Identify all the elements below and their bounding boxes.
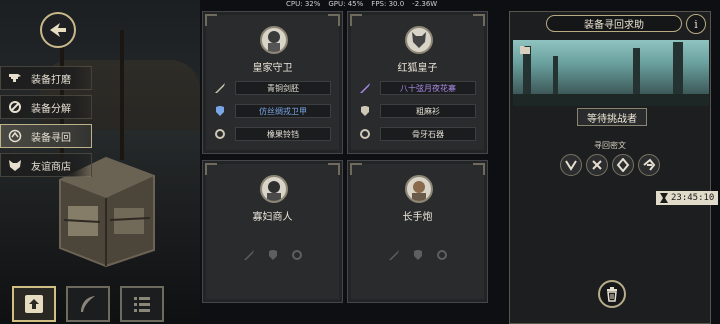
waiting-challenger-label: 等待挑战者 <box>577 108 647 126</box>
equipment-name: 橡果铃铛 <box>235 127 331 141</box>
equipment-row[interactable]: 仿丝绸戎卫甲 <box>213 103 331 119</box>
empty-ring-slot-icon[interactable] <box>435 248 449 262</box>
equipment-name: 青铜剑胚 <box>235 81 331 95</box>
menu-item-friendship-shop[interactable]: 友谊商店 <box>0 153 92 177</box>
panel-title: 装备寻回求助 <box>546 15 682 32</box>
menu-item-label: 友谊商店 <box>31 161 71 173</box>
empty-sword-slot-icon[interactable] <box>387 248 401 262</box>
sword-icon <box>213 81 227 95</box>
timer-value: 23:45:10 <box>671 193 715 203</box>
empty-sword-slot-icon[interactable] <box>242 248 256 262</box>
equipment-row[interactable]: 粗麻衫 <box>358 103 476 119</box>
rune-v-icon[interactable] <box>560 154 582 176</box>
equipment-name: 骨牙石器 <box>380 127 476 141</box>
character-name: 寡妇商人 <box>252 212 293 223</box>
menu-item-reclaim[interactable]: 装备寻回 <box>0 124 92 148</box>
equipment-name: 八十弦月夜花寨 <box>380 81 476 95</box>
rune-swirl-icon[interactable] <box>638 154 660 176</box>
gpu-usage: GPU: 45% <box>328 0 364 8</box>
reclaim-help-panel: 装备寻回求助 i 等待挑战者 寻回密文 23:45:10 <box>509 11 719 324</box>
ring-icon <box>358 127 372 141</box>
upload-button[interactable] <box>12 286 56 322</box>
info-button[interactable]: i <box>686 14 706 34</box>
power-usage: -2.36W <box>412 0 438 8</box>
character-name: 红狐皇子 <box>397 63 438 74</box>
countdown-timer: 23:45:10 <box>656 191 719 205</box>
back-button[interactable] <box>40 12 76 48</box>
equipment-name: 仿丝绸戎卫甲 <box>235 104 331 118</box>
empty-slots <box>348 248 487 262</box>
empty-ring-slot-icon[interactable] <box>290 248 304 262</box>
rune-x-icon[interactable] <box>586 154 608 176</box>
upload-icon <box>25 295 43 313</box>
cipher-label: 寻回密文 <box>594 141 626 150</box>
sword-icon <box>358 81 372 95</box>
widow-merchant-portrait <box>260 175 288 203</box>
ring-icon <box>213 127 227 141</box>
equipment-row[interactable]: 八十弦月夜花寨 <box>358 80 476 96</box>
feather-button[interactable] <box>66 286 110 322</box>
fps-counter: FPS: 30.0 <box>371 0 405 8</box>
equipment-row[interactable]: 橡果铃铛 <box>213 126 331 142</box>
delete-button[interactable] <box>598 280 626 308</box>
trash-icon <box>607 287 617 302</box>
armor-icon <box>358 104 372 118</box>
character-card-red-fox-prince[interactable]: 红狐皇子 八十弦月夜花寨 粗麻衫 骨牙石器 <box>347 11 488 154</box>
menu-item-label: 装备打磨 <box>31 74 71 86</box>
performance-status-bar: CPU: 32% GPU: 45% FPS: 30.0 -2.36W <box>286 0 437 8</box>
feather-icon <box>81 296 95 312</box>
armor-icon <box>213 104 227 118</box>
back-arrow-icon <box>50 23 66 37</box>
empty-armor-slot-icon[interactable] <box>266 248 280 262</box>
cipher-runes <box>560 154 660 176</box>
bottom-toolbar <box>12 286 164 322</box>
royal-guard-portrait <box>260 26 288 54</box>
anvil-icon <box>7 70 23 86</box>
equipment-row[interactable]: 骨牙石器 <box>358 126 476 142</box>
equipment-row[interactable]: 青铜剑胚 <box>213 80 331 96</box>
character-name: 皇家守卫 <box>252 63 293 74</box>
folder-icon <box>520 46 530 54</box>
pole <box>120 30 124 160</box>
menu-item-label: 装备分解 <box>31 103 71 115</box>
character-name: 长手炮 <box>402 212 433 223</box>
menu-item-dismantle[interactable]: 装备分解 <box>0 95 92 119</box>
cpu-usage: CPU: 32% <box>286 0 321 8</box>
red-fox-prince-portrait <box>405 26 433 54</box>
equipment-name: 粗麻衫 <box>380 104 476 118</box>
list-icon <box>134 297 150 312</box>
menu-item-label: 装备寻回 <box>31 132 71 144</box>
character-card-royal-guard[interactable]: 皇家守卫 青铜剑胚 仿丝绸戎卫甲 橡果铃铛 <box>202 11 343 154</box>
side-menu: 装备打磨 装备分解 装备寻回 友谊商店 <box>0 66 92 182</box>
fox-icon <box>7 157 23 173</box>
list-button[interactable] <box>120 286 164 322</box>
character-card-long-cannon[interactable]: 长手炮 <box>347 160 488 303</box>
challenge-banner-image <box>513 40 709 106</box>
empty-armor-slot-icon[interactable] <box>411 248 425 262</box>
empty-slots <box>203 248 342 262</box>
menu-item-polish[interactable]: 装备打磨 <box>0 66 92 90</box>
character-card-widow-merchant[interactable]: 寡妇商人 <box>202 160 343 303</box>
long-cannon-portrait <box>405 175 433 203</box>
hourglass-icon <box>660 193 668 203</box>
reclaim-icon <box>7 128 23 144</box>
character-grid: 皇家守卫 青铜剑胚 仿丝绸戎卫甲 橡果铃铛 红狐皇子 八十弦月夜花寨 粗麻衫 骨… <box>202 11 504 324</box>
rune-diamond-icon[interactable] <box>612 154 634 176</box>
gear-break-icon <box>7 99 23 115</box>
